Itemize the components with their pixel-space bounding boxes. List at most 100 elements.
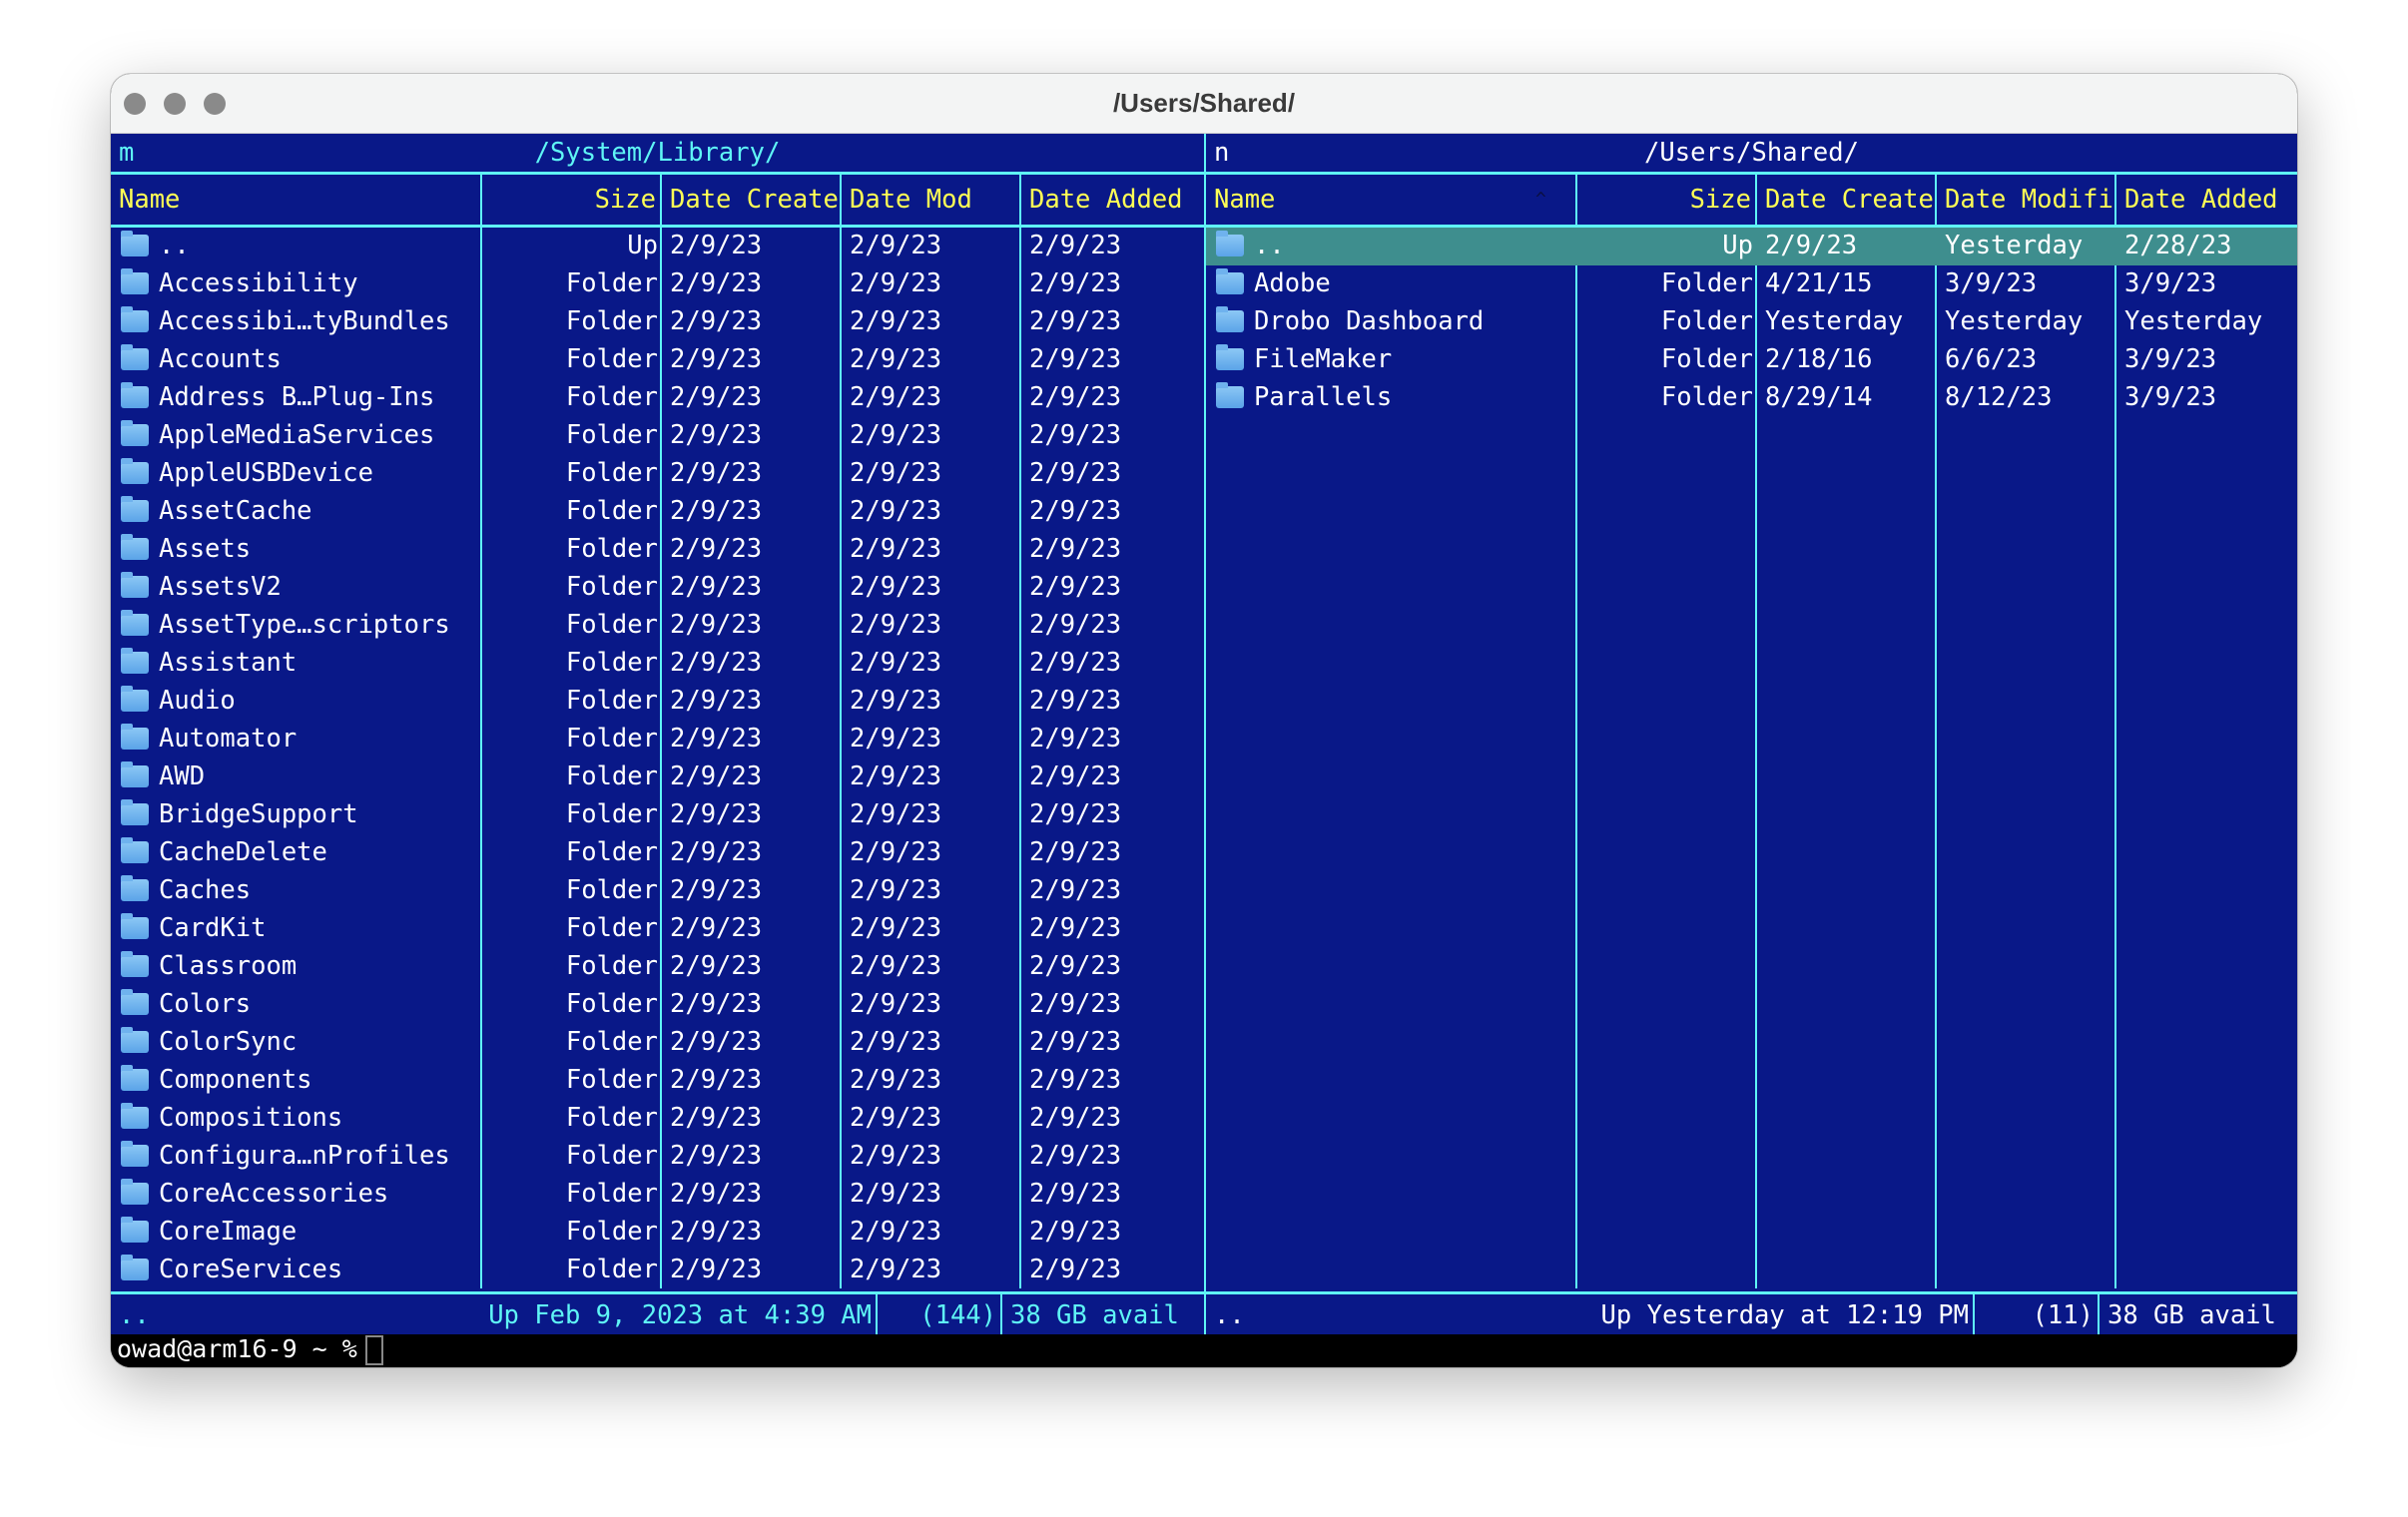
- column-header-date-mod[interactable]: Date Mod: [842, 175, 1021, 225]
- status-info: Up Yesterday at 12:19 PM: [1456, 1294, 1975, 1337]
- date-added: 2/9/23: [1029, 799, 1122, 829]
- file-row[interactable]: Accessibility Folder 2/9/23 2/9/23 2/9/23: [111, 265, 1204, 303]
- terminal-prompt-line[interactable]: owad@arm16-9 ~ %: [111, 1334, 2297, 1367]
- file-list[interactable]: .. Up 2/9/23 Yesterday 2/28/23 Adobe Folder 4/2…: [1206, 228, 2297, 1288]
- file-name: AWD: [159, 761, 206, 791]
- date-created: 2/9/23: [670, 1255, 763, 1284]
- folder-icon: [121, 875, 149, 901]
- file-row[interactable]: Automator Folder 2/9/23 2/9/23 2/9/23: [111, 721, 1204, 758]
- file-row[interactable]: AppleUSBDevice Folder 2/9/23 2/9/23 2/9/23: [111, 455, 1204, 493]
- file-row[interactable]: FileMaker Folder 2/18/16 6/6/23 3/9/23: [1206, 341, 2297, 379]
- date-modified: 2/9/23: [850, 799, 942, 829]
- file-name: Drobo Dashboard: [1254, 306, 1485, 336]
- folder-icon: [121, 913, 149, 939]
- file-row[interactable]: Accounts Folder 2/9/23 2/9/23 2/9/23: [111, 341, 1204, 379]
- folder-icon: [1216, 306, 1244, 332]
- file-row[interactable]: AWD Folder 2/9/23 2/9/23 2/9/23: [111, 758, 1204, 796]
- file-size: Folder: [565, 306, 658, 336]
- date-added: 2/9/23: [1029, 875, 1122, 905]
- file-row[interactable]: CoreAccessories Folder 2/9/23 2/9/23 2/9/23: [111, 1176, 1204, 1214]
- column-header-size[interactable]: Size: [482, 175, 662, 225]
- left-panel[interactable]: m/System/Library/Name v Size Date Create Dat…: [111, 134, 1206, 1337]
- file-size: Folder: [565, 837, 658, 867]
- folder-icon: [121, 951, 149, 977]
- file-row[interactable]: Colors Folder 2/9/23 2/9/23 2/9/23: [111, 986, 1204, 1024]
- file-row[interactable]: Caches Folder 2/9/23 2/9/23 2/9/23: [111, 872, 1204, 910]
- date-added: 2/9/23: [1029, 231, 1122, 260]
- folder-icon: [121, 420, 149, 446]
- file-name: CardKit: [159, 913, 267, 943]
- file-row[interactable]: .. Up 2/9/23 Yesterday 2/28/23: [1206, 228, 2297, 265]
- column-header-date-modifi[interactable]: Date Modifi: [1937, 175, 2116, 225]
- file-name: ..: [159, 231, 190, 260]
- date-modified: 2/9/23: [850, 1027, 942, 1057]
- file-name: AppleUSBDevice: [159, 458, 373, 488]
- file-row[interactable]: Assets Folder 2/9/23 2/9/23 2/9/23: [111, 531, 1204, 569]
- file-row[interactable]: AssetType…scriptors Folder 2/9/23 2/9/23 2/9…: [111, 607, 1204, 645]
- file-size: Folder: [565, 534, 658, 564]
- right-panel[interactable]: n/Users/Shared/Name ^ Size Date Create Date …: [1206, 134, 2297, 1337]
- folder-icon: [121, 1027, 149, 1053]
- file-row[interactable]: CacheDelete Folder 2/9/23 2/9/23 2/9/23: [111, 834, 1204, 872]
- file-row[interactable]: Compositions Folder 2/9/23 2/9/23 2/9/23: [111, 1100, 1204, 1138]
- folder-icon: [121, 989, 149, 1015]
- file-row[interactable]: CoreServices Folder 2/9/23 2/9/23 2/9/23: [111, 1252, 1204, 1289]
- folder-icon: [121, 306, 149, 332]
- folder-icon: [121, 686, 149, 712]
- date-created: 2/9/23: [670, 344, 763, 374]
- column-header-name[interactable]: Name: [111, 175, 482, 225]
- terminal-window: /Users/Shared/ m/System/Library/Name v Siz…: [111, 74, 2297, 1367]
- file-row[interactable]: Classroom Folder 2/9/23 2/9/23 2/9/23: [111, 948, 1204, 986]
- date-created: 8/29/14: [1765, 382, 1873, 412]
- file-size: Folder: [565, 686, 658, 716]
- file-name: Audio: [159, 686, 236, 716]
- file-row[interactable]: CardKit Folder 2/9/23 2/9/23 2/9/23: [111, 910, 1204, 948]
- date-added: 2/9/23: [1029, 458, 1122, 488]
- file-row[interactable]: Audio Folder 2/9/23 2/9/23 2/9/23: [111, 683, 1204, 721]
- file-row[interactable]: Drobo Dashboard Folder Yesterday Yesterday Y…: [1206, 303, 2297, 341]
- folder-icon: [121, 1103, 149, 1129]
- date-modified: 2/9/23: [850, 268, 942, 298]
- file-row[interactable]: CoreImage Folder 2/9/23 2/9/23 2/9/23: [111, 1214, 1204, 1252]
- column-header-size[interactable]: Size: [1577, 175, 1757, 225]
- column-header-date-added[interactable]: Date Added: [1021, 175, 1202, 225]
- file-name: FileMaker: [1254, 344, 1393, 374]
- file-row[interactable]: Components Folder 2/9/23 2/9/23 2/9/23: [111, 1062, 1204, 1100]
- folder-icon: [121, 382, 149, 408]
- file-row[interactable]: Assistant Folder 2/9/23 2/9/23 2/9/23: [111, 645, 1204, 683]
- date-created: 2/9/23: [670, 951, 763, 981]
- file-row[interactable]: Address B…Plug-Ins Folder 2/9/23 2/9/23 2/9/…: [111, 379, 1204, 417]
- status-name: ..: [1214, 1300, 1245, 1330]
- column-header-name[interactable]: Name: [1206, 175, 1577, 225]
- file-row[interactable]: BridgeSupport Folder 2/9/23 2/9/23 2/9/23: [111, 796, 1204, 834]
- date-modified: 2/9/23: [850, 231, 942, 260]
- file-list[interactable]: .. Up 2/9/23 2/9/23 2/9/23 Accessibility Folde…: [111, 228, 1204, 1288]
- file-name: BridgeSupport: [159, 799, 358, 829]
- date-added: 2/28/23: [2124, 231, 2232, 260]
- date-created: 2/9/23: [670, 534, 763, 564]
- file-name: AssetCache: [159, 496, 312, 526]
- current-path: /System/Library/: [534, 138, 781, 168]
- file-size: Folder: [1660, 268, 1753, 298]
- file-row[interactable]: Parallels Folder 8/29/14 8/12/23 3/9/23: [1206, 379, 2297, 417]
- folder-icon: [1216, 268, 1244, 294]
- column-header-date-create[interactable]: Date Create: [662, 175, 842, 225]
- column-header-date-create[interactable]: Date Create: [1757, 175, 1937, 225]
- file-row[interactable]: Adobe Folder 4/21/15 3/9/23 3/9/23: [1206, 265, 2297, 303]
- file-row[interactable]: AppleMediaServices Folder 2/9/23 2/9/23 2/9/…: [111, 417, 1204, 455]
- file-row[interactable]: ColorSync Folder 2/9/23 2/9/23 2/9/23: [111, 1024, 1204, 1062]
- date-modified: 2/9/23: [850, 1141, 942, 1171]
- date-modified: 2/9/23: [850, 951, 942, 981]
- file-row[interactable]: AssetsV2 Folder 2/9/23 2/9/23 2/9/23: [111, 569, 1204, 607]
- file-row[interactable]: .. Up 2/9/23 2/9/23 2/9/23: [111, 228, 1204, 265]
- date-modified: 2/9/23: [850, 1217, 942, 1247]
- title-bar: /Users/Shared/: [111, 74, 2297, 134]
- column-header-date-added[interactable]: Date Added: [2116, 175, 2297, 225]
- file-row[interactable]: Accessibi…tyBundles Folder 2/9/23 2/9/23 2/9…: [111, 303, 1204, 341]
- date-modified: 2/9/23: [850, 496, 942, 526]
- file-row[interactable]: Configura…nProfiles Folder 2/9/23 2/9/23 2/9…: [111, 1138, 1204, 1176]
- status-bar: .. Up Feb 9, 2023 at 4:39 AM (144) 38 GB av…: [111, 1291, 1204, 1337]
- file-row[interactable]: AssetCache Folder 2/9/23 2/9/23 2/9/23: [111, 493, 1204, 531]
- file-size: Folder: [565, 799, 658, 829]
- date-added: 2/9/23: [1029, 420, 1122, 450]
